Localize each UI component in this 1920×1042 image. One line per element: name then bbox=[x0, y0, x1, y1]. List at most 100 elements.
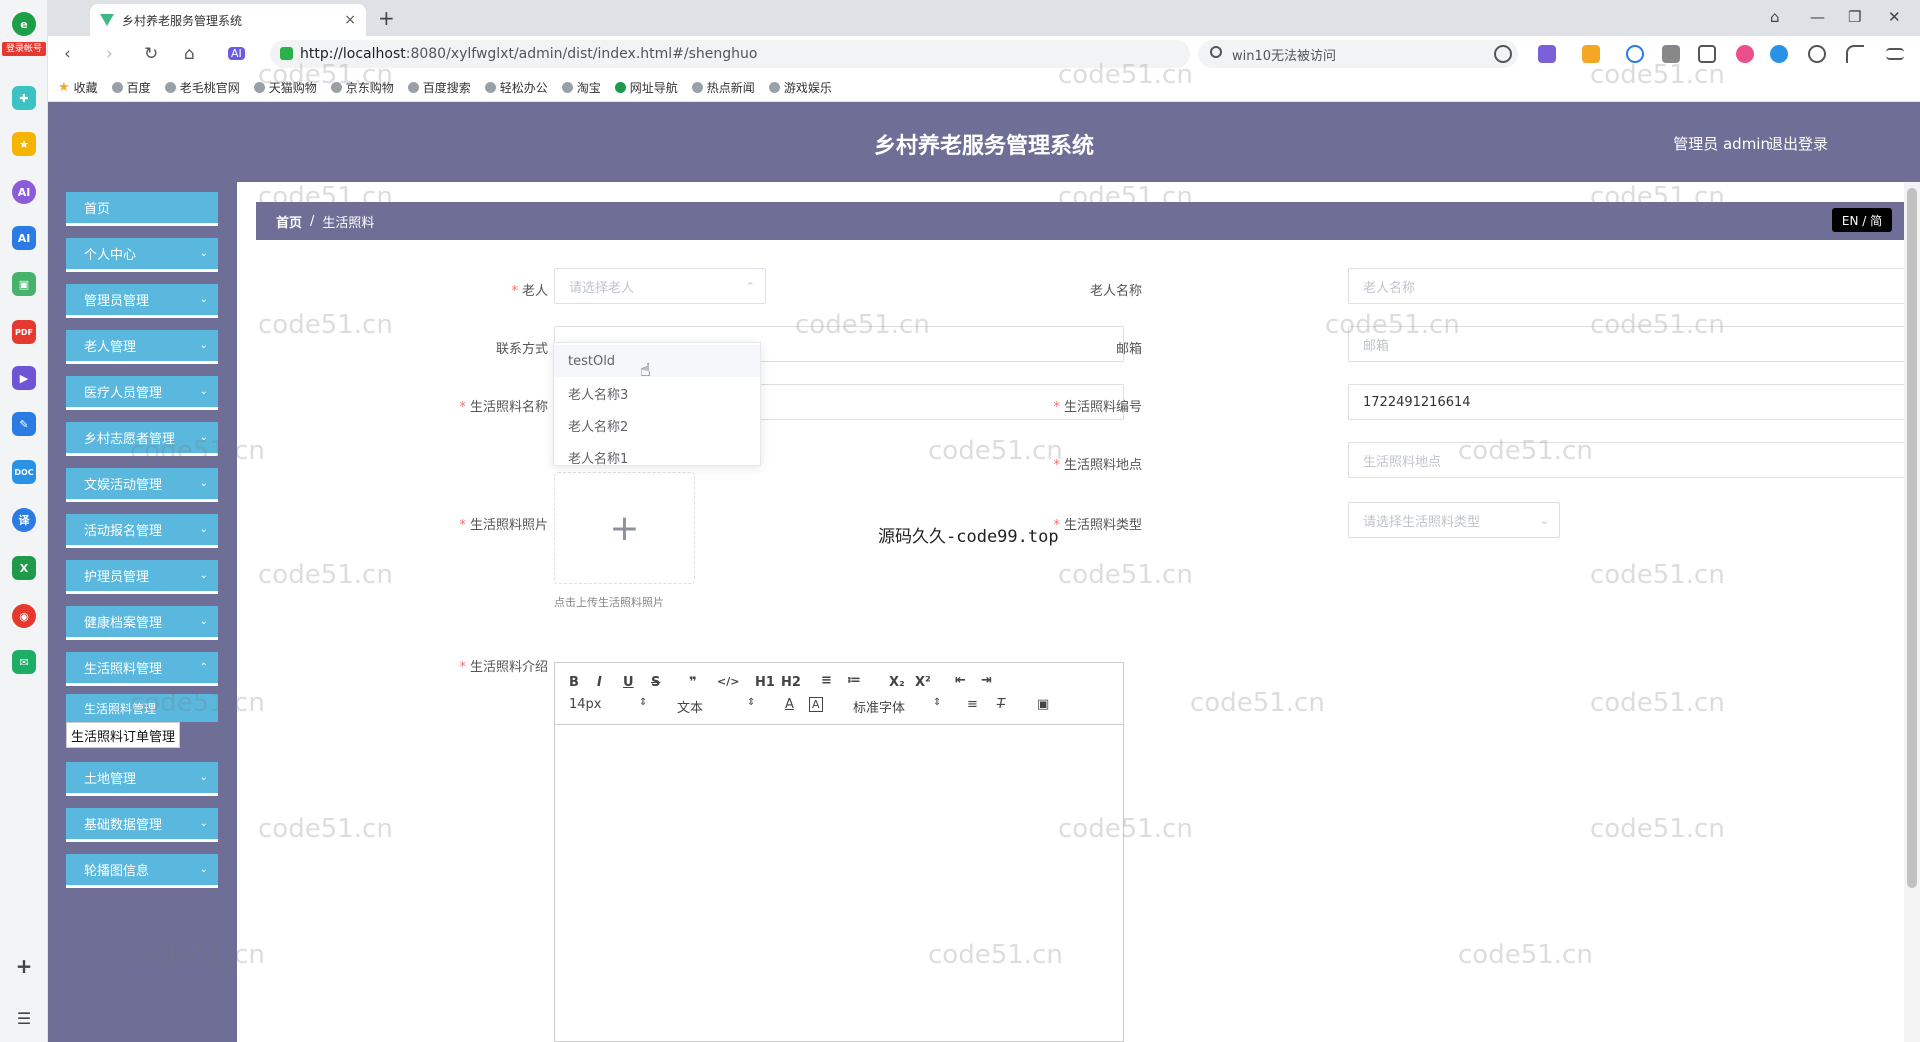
window-minimize-icon[interactable]: — bbox=[1810, 8, 1825, 26]
sidebar-item-activities[interactable]: 文娱活动管理 ⌄ bbox=[66, 468, 218, 502]
elder-name-input[interactable]: 老人名称 bbox=[1348, 268, 1918, 304]
window-restore-icon[interactable]: ❐ bbox=[1848, 8, 1861, 26]
menu-list-icon[interactable]: ☰ bbox=[12, 1006, 36, 1030]
bookmark-item[interactable]: 百度搜索 bbox=[407, 79, 471, 96]
elder-select[interactable]: 请选择老人 ⌃ bbox=[554, 268, 766, 304]
login-badge[interactable]: 登录帐号 bbox=[2, 42, 46, 56]
add-icon[interactable]: + bbox=[12, 954, 36, 978]
window-pin-icon[interactable]: ⌂ bbox=[1770, 8, 1780, 26]
breadcrumb-home[interactable]: 首页 bbox=[276, 212, 302, 231]
quote-button[interactable]: ❞ bbox=[689, 675, 697, 690]
notes-icon[interactable]: ✎ bbox=[12, 412, 36, 436]
sidebar-item-medical[interactable]: 医疗人员管理 ⌄ bbox=[66, 376, 218, 410]
font-color-icon[interactable]: A bbox=[785, 697, 794, 712]
heading-select[interactable]: 文本 bbox=[677, 697, 703, 716]
subscript-button[interactable]: X₂ bbox=[889, 675, 905, 690]
sidebar-item-admins[interactable]: 管理员管理 ⌄ bbox=[66, 284, 218, 318]
h2-button[interactable]: H2 bbox=[781, 675, 801, 690]
url-bar[interactable]: http://localhost:8080/xylfwglxt/admin/di… bbox=[270, 40, 1190, 68]
bookmark-item[interactable]: 京东购物 bbox=[330, 79, 394, 96]
sync-icon[interactable] bbox=[1770, 45, 1788, 63]
ai-badge-icon[interactable]: AI bbox=[228, 47, 245, 60]
bookmark-item[interactable]: 老毛桃官网 bbox=[164, 79, 240, 96]
clear-format-icon[interactable]: T̶ bbox=[997, 697, 1005, 712]
sidebar-item-home[interactable]: 首页 bbox=[66, 192, 218, 226]
color-wheel-icon[interactable] bbox=[1736, 45, 1754, 63]
sidebar-item-volunteers[interactable]: 乡村志愿者管理 ⌄ bbox=[66, 422, 218, 456]
pdf-icon[interactable]: PDF bbox=[12, 320, 36, 344]
image-icon[interactable]: ▣ bbox=[1037, 697, 1049, 712]
sidebar-subitem-care[interactable]: 生活照料管理 bbox=[66, 694, 218, 722]
video-icon[interactable]: ▶ bbox=[12, 366, 36, 390]
window-close-icon[interactable]: ✕ bbox=[1888, 8, 1901, 26]
bookmark-item[interactable]: 轻松办公 bbox=[484, 79, 548, 96]
sidebar-item-carousel[interactable]: 轮播图信息 ⌄ bbox=[66, 854, 218, 888]
bookmark-item[interactable]: 热点新闻 bbox=[691, 79, 755, 96]
email-input[interactable]: 邮箱 bbox=[1348, 326, 1918, 362]
apps-grid-icon[interactable] bbox=[1698, 45, 1716, 63]
care-no-input[interactable]: 1722491216614 bbox=[1348, 384, 1918, 420]
indent-button[interactable]: ⇥ bbox=[981, 673, 992, 688]
doc-icon[interactable]: DOC bbox=[12, 460, 36, 484]
dropdown-option[interactable]: 老人名称2 bbox=[554, 409, 760, 441]
browser-search[interactable]: win10无法被访问 bbox=[1198, 40, 1518, 68]
font-size-select[interactable]: 14px bbox=[569, 697, 602, 712]
h1-button[interactable]: H1 bbox=[755, 675, 775, 690]
language-switch[interactable]: EN / 简 bbox=[1832, 208, 1892, 232]
shield-icon[interactable] bbox=[1582, 45, 1600, 63]
rich-text-editor[interactable]: B I U S ❞ </> H1 H2 ≡ ≔ X₂ X² ⇤ ⇥ 14px ⇕… bbox=[554, 662, 1124, 1042]
sidebar-item-health[interactable]: 健康档案管理 ⌄ bbox=[66, 606, 218, 640]
mail-icon[interactable]: ✉ bbox=[12, 650, 36, 674]
sidebar-item-care[interactable]: 生活照料管理 ⌃ bbox=[66, 652, 218, 686]
bullet-list-button[interactable]: ≔ bbox=[847, 673, 861, 688]
code-button[interactable]: </> bbox=[717, 675, 739, 688]
reload-icon[interactable]: ↻ bbox=[144, 44, 158, 64]
ai-assistant-icon[interactable]: AI bbox=[12, 180, 36, 204]
dropdown-option[interactable]: 老人名称1 bbox=[554, 441, 760, 473]
font-family-select[interactable]: 标准字体 bbox=[853, 697, 905, 716]
italic-button[interactable]: I bbox=[597, 675, 602, 690]
translate-toolbar-icon[interactable] bbox=[1538, 45, 1556, 63]
undo-icon[interactable] bbox=[1846, 45, 1864, 63]
extensions-icon[interactable] bbox=[1662, 45, 1680, 63]
care-place-input[interactable]: 生活照料地点 bbox=[1348, 442, 1918, 478]
outdent-button[interactable]: ⇤ bbox=[955, 673, 966, 688]
dropdown-option[interactable]: 老人名称3 bbox=[554, 377, 760, 409]
tab-close-icon[interactable]: × bbox=[344, 12, 356, 28]
bold-button[interactable]: B bbox=[569, 675, 579, 690]
sidebar-item-nurses[interactable]: 护理员管理 ⌄ bbox=[66, 560, 218, 594]
scrollbar-thumb[interactable] bbox=[1907, 188, 1917, 888]
weibo-icon[interactable]: ◉ bbox=[12, 604, 36, 628]
ai-tool-icon[interactable]: AI bbox=[12, 226, 36, 250]
browser-logo-icon[interactable]: e bbox=[12, 12, 36, 36]
home-icon[interactable]: ⌂ bbox=[184, 44, 195, 64]
new-tab-button[interactable]: + bbox=[378, 6, 395, 30]
sidebar-item-basedata[interactable]: 基础数据管理 ⌄ bbox=[66, 808, 218, 842]
care-type-select[interactable]: 请选择生活照料类型 ⌄ bbox=[1348, 502, 1560, 538]
underline-button[interactable]: U bbox=[623, 675, 634, 690]
translate-icon[interactable]: 译 bbox=[12, 508, 36, 532]
background-color-icon[interactable]: A bbox=[809, 697, 823, 712]
sidebar-item-signups[interactable]: 活动报名管理 ⌄ bbox=[66, 514, 218, 548]
brightness-icon[interactable] bbox=[1808, 45, 1826, 63]
bookmark-item[interactable]: 游戏娱乐 bbox=[768, 79, 832, 96]
ordered-list-button[interactable]: ≡ bbox=[821, 673, 832, 688]
back-icon[interactable]: ‹ bbox=[64, 44, 71, 64]
align-icon[interactable]: ≡ bbox=[967, 697, 978, 712]
dropdown-option[interactable]: testOld bbox=[554, 345, 760, 377]
sidebar-item-elders[interactable]: 老人管理 ⌄ bbox=[66, 330, 218, 364]
sidebar-item-profile[interactable]: 个人中心 ⌄ bbox=[66, 238, 218, 272]
forward-icon[interactable]: › bbox=[106, 44, 113, 64]
cut-icon[interactable] bbox=[1494, 45, 1512, 63]
excel-icon[interactable]: X bbox=[12, 556, 36, 580]
logout-button[interactable]: 退出登录 bbox=[1768, 133, 1828, 154]
tab-active[interactable]: 乡村养老服务管理系统 × bbox=[90, 4, 366, 36]
add-app-icon[interactable]: ✚ bbox=[12, 86, 36, 110]
sidebar-item-land[interactable]: 土地管理 ⌄ bbox=[66, 762, 218, 796]
image-tool-icon[interactable]: ▣ bbox=[12, 272, 36, 296]
bookmark-item[interactable]: 天猫购物 bbox=[253, 79, 317, 96]
zoom-icon[interactable] bbox=[1626, 45, 1644, 63]
bookmark-item[interactable]: 淘宝 bbox=[561, 79, 601, 96]
strike-button[interactable]: S bbox=[651, 675, 660, 690]
browser-menu-icon[interactable] bbox=[1886, 48, 1904, 60]
